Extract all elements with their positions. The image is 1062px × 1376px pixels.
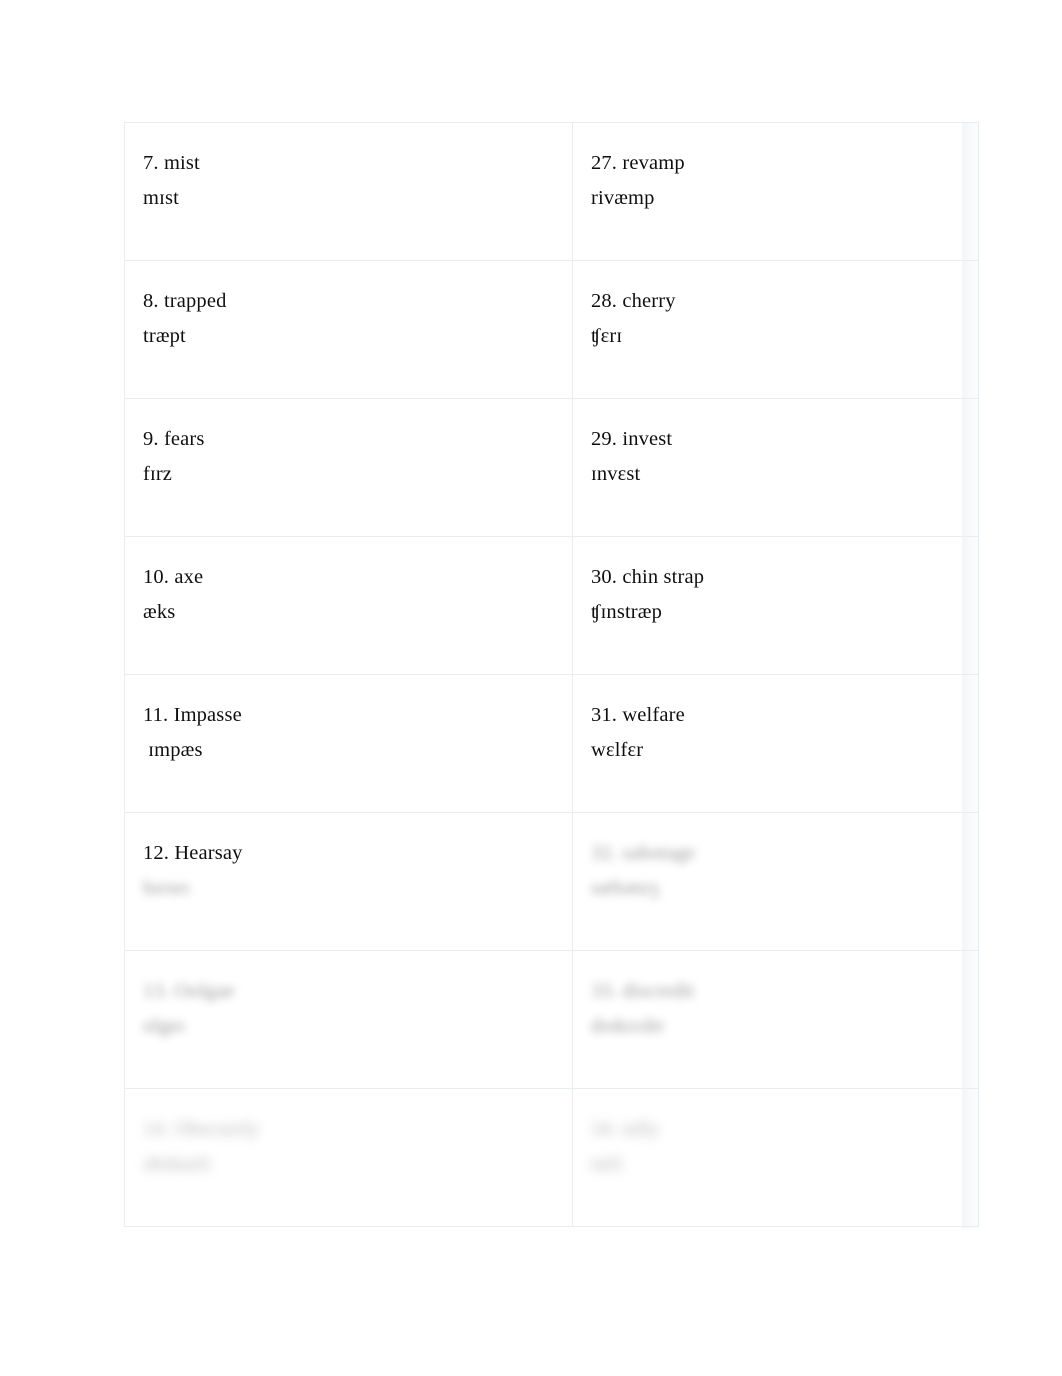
entry-cell-left-3[interactable]: 9. fears fɪrz — [124, 398, 573, 537]
entry-ipa: ɪmpæs — [143, 738, 203, 761]
entry-cell-left-6[interactable]: 12. Hearsay hɪrseɪ — [124, 812, 573, 951]
entry-ipa: ɪnvɛst — [591, 462, 641, 485]
entry-word: 31. welfare — [591, 704, 685, 726]
cell-content: 10. axe æks — [125, 537, 572, 674]
entry-cell-right-6[interactable]: 32. sabotage sæbətɑʒ — [572, 812, 979, 951]
entry-word: 33. discredit — [591, 980, 695, 1002]
entry-word: 27. revamp — [591, 152, 685, 174]
entry-word: 29. invest — [591, 428, 673, 450]
table-row: 11. Impasse ɪmpæs 31. welfare wɛlfɛr — [124, 674, 979, 813]
table-row: 9. fears fɪrz 29. invest ɪnvɛst — [124, 398, 979, 537]
entry-cell-left-4[interactable]: 10. axe æks — [124, 536, 573, 675]
cell-content: 29. invest ɪnvɛst — [573, 399, 978, 536]
entry-word: 30. chin strap — [591, 566, 705, 588]
cell-content: 13. Oolgae olgeɪ — [125, 951, 572, 1088]
table-row: 14. Obscurely əbskurli 34. tally tæli — [124, 1088, 979, 1227]
cell-content: 28. cherry ʧɛrɪ — [573, 261, 978, 398]
cell-content: 12. Hearsay hɪrseɪ — [125, 813, 572, 950]
entry-ipa: tæli — [591, 1152, 623, 1175]
entry-cell-left-2[interactable]: 8. trapped træpt — [124, 260, 573, 399]
entry-cell-left-8[interactable]: 14. Obscurely əbskurli — [124, 1088, 573, 1227]
entry-word: 10. axe — [143, 566, 204, 588]
document-page: 7. mist mɪst 27. revamp rivæmp 8. trappe… — [0, 0, 1062, 1376]
cell-content: 30. chin strap ʧɪnstræp — [573, 537, 978, 674]
entry-word: 34. tally — [591, 1118, 660, 1140]
entry-word: 8. trapped — [143, 290, 227, 312]
entry-cell-right-8[interactable]: 34. tally tæli — [572, 1088, 979, 1227]
table-body: 7. mist mɪst 27. revamp rivæmp 8. trappe… — [124, 122, 979, 1227]
entry-cell-right-7[interactable]: 33. discredit dɪskrɛdɪt — [572, 950, 979, 1089]
cell-content: 7. mist mɪst — [125, 123, 572, 260]
entry-cell-right-3[interactable]: 29. invest ɪnvɛst — [572, 398, 979, 537]
cell-content: 9. fears fɪrz — [125, 399, 572, 536]
cell-content: 32. sabotage sæbətɑʒ — [573, 813, 978, 950]
entry-ipa: ʧɪnstræp — [591, 600, 662, 623]
table-row: 10. axe æks 30. chin strap ʧɪnstræp — [124, 536, 979, 675]
table-row: 12. Hearsay hɪrseɪ 32. sabotage sæbətɑʒ — [124, 812, 979, 951]
cell-content: 31. welfare wɛlfɛr — [573, 675, 978, 812]
entry-word: 28. cherry — [591, 290, 676, 312]
entry-ipa: sæbətɑʒ — [591, 876, 659, 899]
entry-cell-right-2[interactable]: 28. cherry ʧɛrɪ — [572, 260, 979, 399]
entry-ipa: ʧɛrɪ — [591, 324, 623, 347]
table-row: 13. Oolgae olgeɪ 33. discredit dɪskrɛdɪt — [124, 950, 979, 1089]
cell-content: 33. discredit dɪskrɛdɪt — [573, 951, 978, 1088]
entry-ipa: olgeɪ — [143, 1014, 185, 1037]
transcription-table: 7. mist mɪst 27. revamp rivæmp 8. trappe… — [124, 122, 979, 1227]
cell-content: 8. trapped træpt — [125, 261, 572, 398]
entry-cell-right-1[interactable]: 27. revamp rivæmp — [572, 122, 979, 261]
entry-word: 9. fears — [143, 428, 205, 450]
entry-ipa: mɪst — [143, 186, 179, 209]
entry-ipa: træpt — [143, 324, 186, 347]
entry-ipa: æks — [143, 600, 176, 623]
table-row: 7. mist mɪst 27. revamp rivæmp — [124, 122, 979, 261]
entry-cell-left-1[interactable]: 7. mist mɪst — [124, 122, 573, 261]
entry-cell-right-4[interactable]: 30. chin strap ʧɪnstræp — [572, 536, 979, 675]
entry-ipa: dɪskrɛdɪt — [591, 1014, 664, 1037]
entry-word: 13. Oolgae — [143, 980, 235, 1002]
table-row: 8. trapped træpt 28. cherry ʧɛrɪ — [124, 260, 979, 399]
entry-ipa: wɛlfɛr — [591, 738, 644, 761]
cell-content: 14. Obscurely əbskurli — [125, 1089, 572, 1226]
cell-content: 34. tally tæli — [573, 1089, 978, 1226]
entry-cell-left-5[interactable]: 11. Impasse ɪmpæs — [124, 674, 573, 813]
entry-ipa: əbskurli — [143, 1152, 211, 1175]
entry-ipa: fɪrz — [143, 462, 173, 485]
entry-cell-right-5[interactable]: 31. welfare wɛlfɛr — [572, 674, 979, 813]
cell-content: 11. Impasse ɪmpæs — [125, 675, 572, 812]
entry-word: 14. Obscurely — [143, 1118, 260, 1140]
entry-cell-left-7[interactable]: 13. Oolgae olgeɪ — [124, 950, 573, 1089]
entry-word: 11. Impasse — [143, 704, 242, 726]
entry-ipa: rivæmp — [591, 186, 655, 209]
entry-ipa: hɪrseɪ — [143, 876, 190, 899]
entry-word: 32. sabotage — [591, 842, 696, 864]
entry-word: 12. Hearsay — [143, 842, 243, 864]
cell-content: 27. revamp rivæmp — [573, 123, 978, 260]
entry-word: 7. mist — [143, 152, 200, 174]
